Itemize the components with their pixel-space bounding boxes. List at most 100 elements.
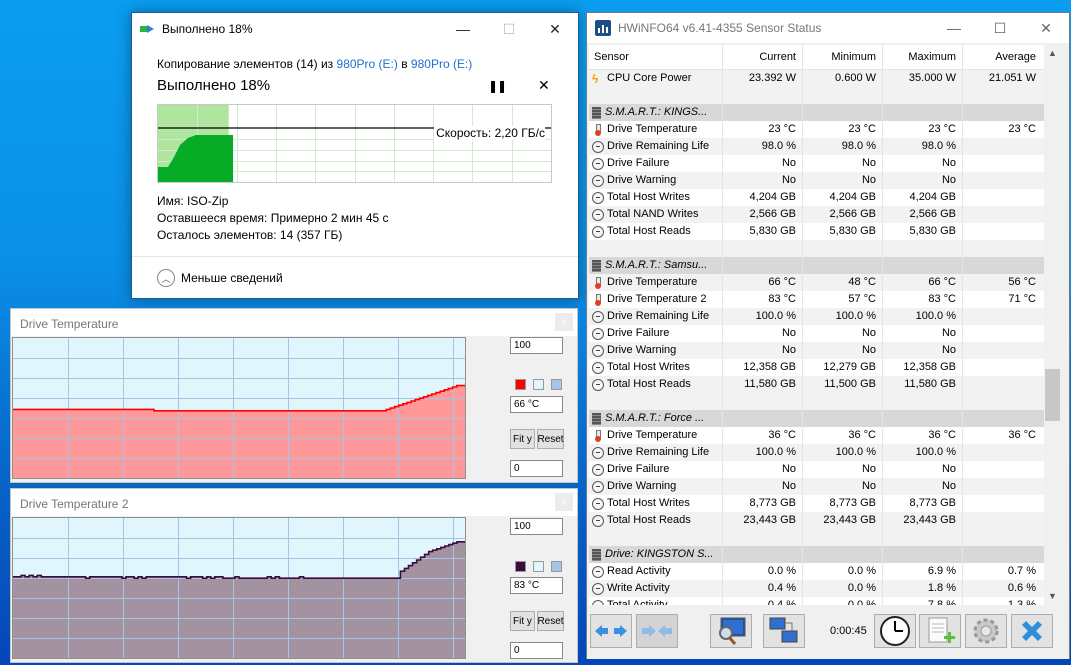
sensor-name-cell: Drive Warning	[589, 342, 722, 359]
graph-close-button[interactable]: x	[555, 313, 573, 331]
pause-button[interactable]: ❚❚	[488, 79, 507, 93]
sensor-label: S.M.A.R.T.: Force ...	[605, 412, 705, 424]
average-value	[962, 529, 1042, 546]
minimum-value: 98.0 %	[802, 138, 882, 155]
sensor-row[interactable]: Drive Warning No No No	[589, 342, 1044, 359]
graph-plot	[12, 517, 466, 659]
cancel-button[interactable]: ✕	[538, 77, 550, 94]
thermometer-icon	[594, 123, 602, 136]
settings-button[interactable]	[965, 614, 1007, 648]
sensor-row[interactable]: Total Host Writes 8,773 GB 8,773 GB 8,773 G…	[589, 495, 1044, 512]
sensor-row[interactable]: Read Activity 0.0 % 0.0 % 6.9 % 0.7 %	[589, 563, 1044, 580]
sensor-group-row[interactable]: S.M.A.R.T.: Samsu...	[589, 257, 1044, 274]
y-max-field[interactable]: 100	[510, 518, 563, 535]
clock-button[interactable]	[874, 614, 916, 648]
sensor-row[interactable]: ϟ CPU Core Power 23.392 W 0.600 W 35.000 W 21…	[589, 70, 1044, 87]
sensor-row[interactable]: Drive Remaining Life 98.0 % 98.0 % 98.0 %	[589, 138, 1044, 155]
sensor-search-button[interactable]	[710, 614, 752, 648]
sensor-row[interactable]: Drive Warning No No No	[589, 172, 1044, 189]
maximum-value: 35.000 W	[882, 70, 962, 87]
less-details-button[interactable]: ︿ Меньше сведений	[157, 269, 283, 287]
sensor-row[interactable]: Total Activity 0.4 % 0.0 % 7.8 % 1.3 %	[589, 597, 1044, 605]
collapse-arrows-icon	[642, 625, 672, 637]
maximize-button[interactable]: ☐	[977, 12, 1023, 44]
sensor-row[interactable]: Total Host Writes 12,358 GB 12,279 GB 12,35…	[589, 359, 1044, 376]
maximum-value	[882, 529, 962, 546]
sensor-row[interactable]: Drive Remaining Life 100.0 % 100.0 % 100.0 …	[589, 444, 1044, 461]
current-value: 98.0 %	[722, 138, 802, 155]
expand-button[interactable]	[590, 614, 632, 648]
graph-title: Drive Temperature	[11, 309, 577, 336]
col-minimum[interactable]: Minimum	[802, 45, 882, 69]
average-value	[962, 393, 1042, 410]
line-color-swatch[interactable]	[515, 561, 526, 572]
sensor-row[interactable]: Drive Remaining Life 100.0 % 100.0 % 100.0 …	[589, 308, 1044, 325]
close-sensors-button[interactable]	[1011, 614, 1053, 648]
current-value	[722, 529, 802, 546]
expand-arrows-icon	[595, 625, 627, 637]
col-sensor[interactable]: Sensor	[589, 45, 722, 69]
scroll-up-icon[interactable]: ▲	[1044, 45, 1061, 62]
close-button[interactable]: ✕	[1023, 12, 1069, 44]
scroll-down-icon[interactable]: ▼	[1044, 588, 1061, 605]
sensor-row[interactable]: Drive Temperature 2 83 °C 57 °C 83 °C 71 °C	[589, 291, 1044, 308]
sensor-row[interactable]: Total Host Writes 4,204 GB 4,204 GB 4,204 G…	[589, 189, 1044, 206]
sensor-row[interactable]: Drive Temperature 66 °C 48 °C 66 °C 56 °C	[589, 274, 1044, 291]
sensor-row[interactable]: Write Activity 0.4 % 0.0 % 1.8 % 0.6 %	[589, 580, 1044, 597]
graph-close-button[interactable]: x	[555, 493, 573, 511]
reset-button[interactable]: Reset	[537, 429, 564, 449]
grid-color-swatch[interactable]	[551, 379, 562, 390]
sensor-row[interactable]: Drive Warning No No No	[589, 478, 1044, 495]
maximum-value	[882, 104, 962, 121]
maximum-value: No	[882, 155, 962, 172]
current-value: No	[722, 461, 802, 478]
sensor-row[interactable]: Drive Temperature 36 °C 36 °C 36 °C 36 °C	[589, 427, 1044, 444]
sensor-row[interactable]: Drive Temperature 23 °C 23 °C 23 °C 23 °C	[589, 121, 1044, 138]
minimize-button[interactable]: —	[440, 13, 486, 45]
minimize-button[interactable]: —	[931, 12, 977, 44]
sensor-row[interactable]: Total Host Reads 5,830 GB 5,830 GB 5,830 GB	[589, 223, 1044, 240]
sensor-group-row[interactable]: S.M.A.R.T.: Force ...	[589, 410, 1044, 427]
sensor-group-row[interactable]: S.M.A.R.T.: KINGS...	[589, 104, 1044, 121]
minimum-value	[802, 529, 882, 546]
grid-color-swatch[interactable]	[551, 561, 562, 572]
y-min-field[interactable]: 0	[510, 460, 563, 477]
sensor-row[interactable]: Drive Failure No No No	[589, 155, 1044, 172]
sensor-row[interactable]: Drive Failure No No No	[589, 325, 1044, 342]
bg-color-swatch[interactable]	[533, 379, 544, 390]
current-value	[722, 257, 802, 274]
col-average[interactable]: Average	[962, 45, 1042, 69]
dest-link[interactable]: 980Pro (E:)	[411, 57, 472, 71]
fit-y-button[interactable]: Fit y	[510, 429, 535, 449]
minimum-value: 4,204 GB	[802, 189, 882, 206]
add-report-button[interactable]	[919, 614, 961, 648]
sensor-row[interactable]: Total NAND Writes 2,566 GB 2,566 GB 2,566 G…	[589, 206, 1044, 223]
fit-y-button[interactable]: Fit y	[510, 611, 535, 631]
sensor-group-row[interactable]: Drive: KINGSTON S...	[589, 546, 1044, 563]
sensor-label: Drive: KINGSTON S...	[605, 548, 714, 560]
network-button[interactable]	[763, 614, 805, 648]
sensor-row[interactable]: Total Host Reads 11,580 GB 11,500 GB 11,580…	[589, 376, 1044, 393]
source-link[interactable]: 980Pro (E:)	[337, 57, 398, 71]
line-color-swatch[interactable]	[515, 379, 526, 390]
gauge-icon	[592, 310, 604, 323]
sensor-row[interactable]: Drive Failure No No No	[589, 461, 1044, 478]
vertical-scrollbar[interactable]: ▲ ▼	[1044, 45, 1061, 605]
sensor-name-cell: S.M.A.R.T.: Force ...	[589, 410, 722, 427]
current-value: 0.0 %	[722, 563, 802, 580]
scroll-thumb[interactable]	[1045, 369, 1060, 421]
close-button[interactable]: ✕	[532, 13, 578, 45]
col-maximum[interactable]: Maximum	[882, 45, 962, 69]
minimum-value: No	[802, 325, 882, 342]
reset-button[interactable]: Reset	[537, 611, 564, 631]
spacer-row	[589, 393, 1044, 410]
y-min-field[interactable]: 0	[510, 642, 563, 659]
sensor-name-cell: S.M.A.R.T.: KINGS...	[589, 104, 722, 121]
sensor-row[interactable]: Total Host Reads 23,443 GB 23,443 GB 23,443…	[589, 512, 1044, 529]
minimum-value	[802, 410, 882, 427]
col-current[interactable]: Current	[722, 45, 802, 69]
maximum-value: No	[882, 325, 962, 342]
bg-color-swatch[interactable]	[533, 561, 544, 572]
collapse-button[interactable]	[636, 614, 678, 648]
y-max-field[interactable]: 100	[510, 337, 563, 354]
